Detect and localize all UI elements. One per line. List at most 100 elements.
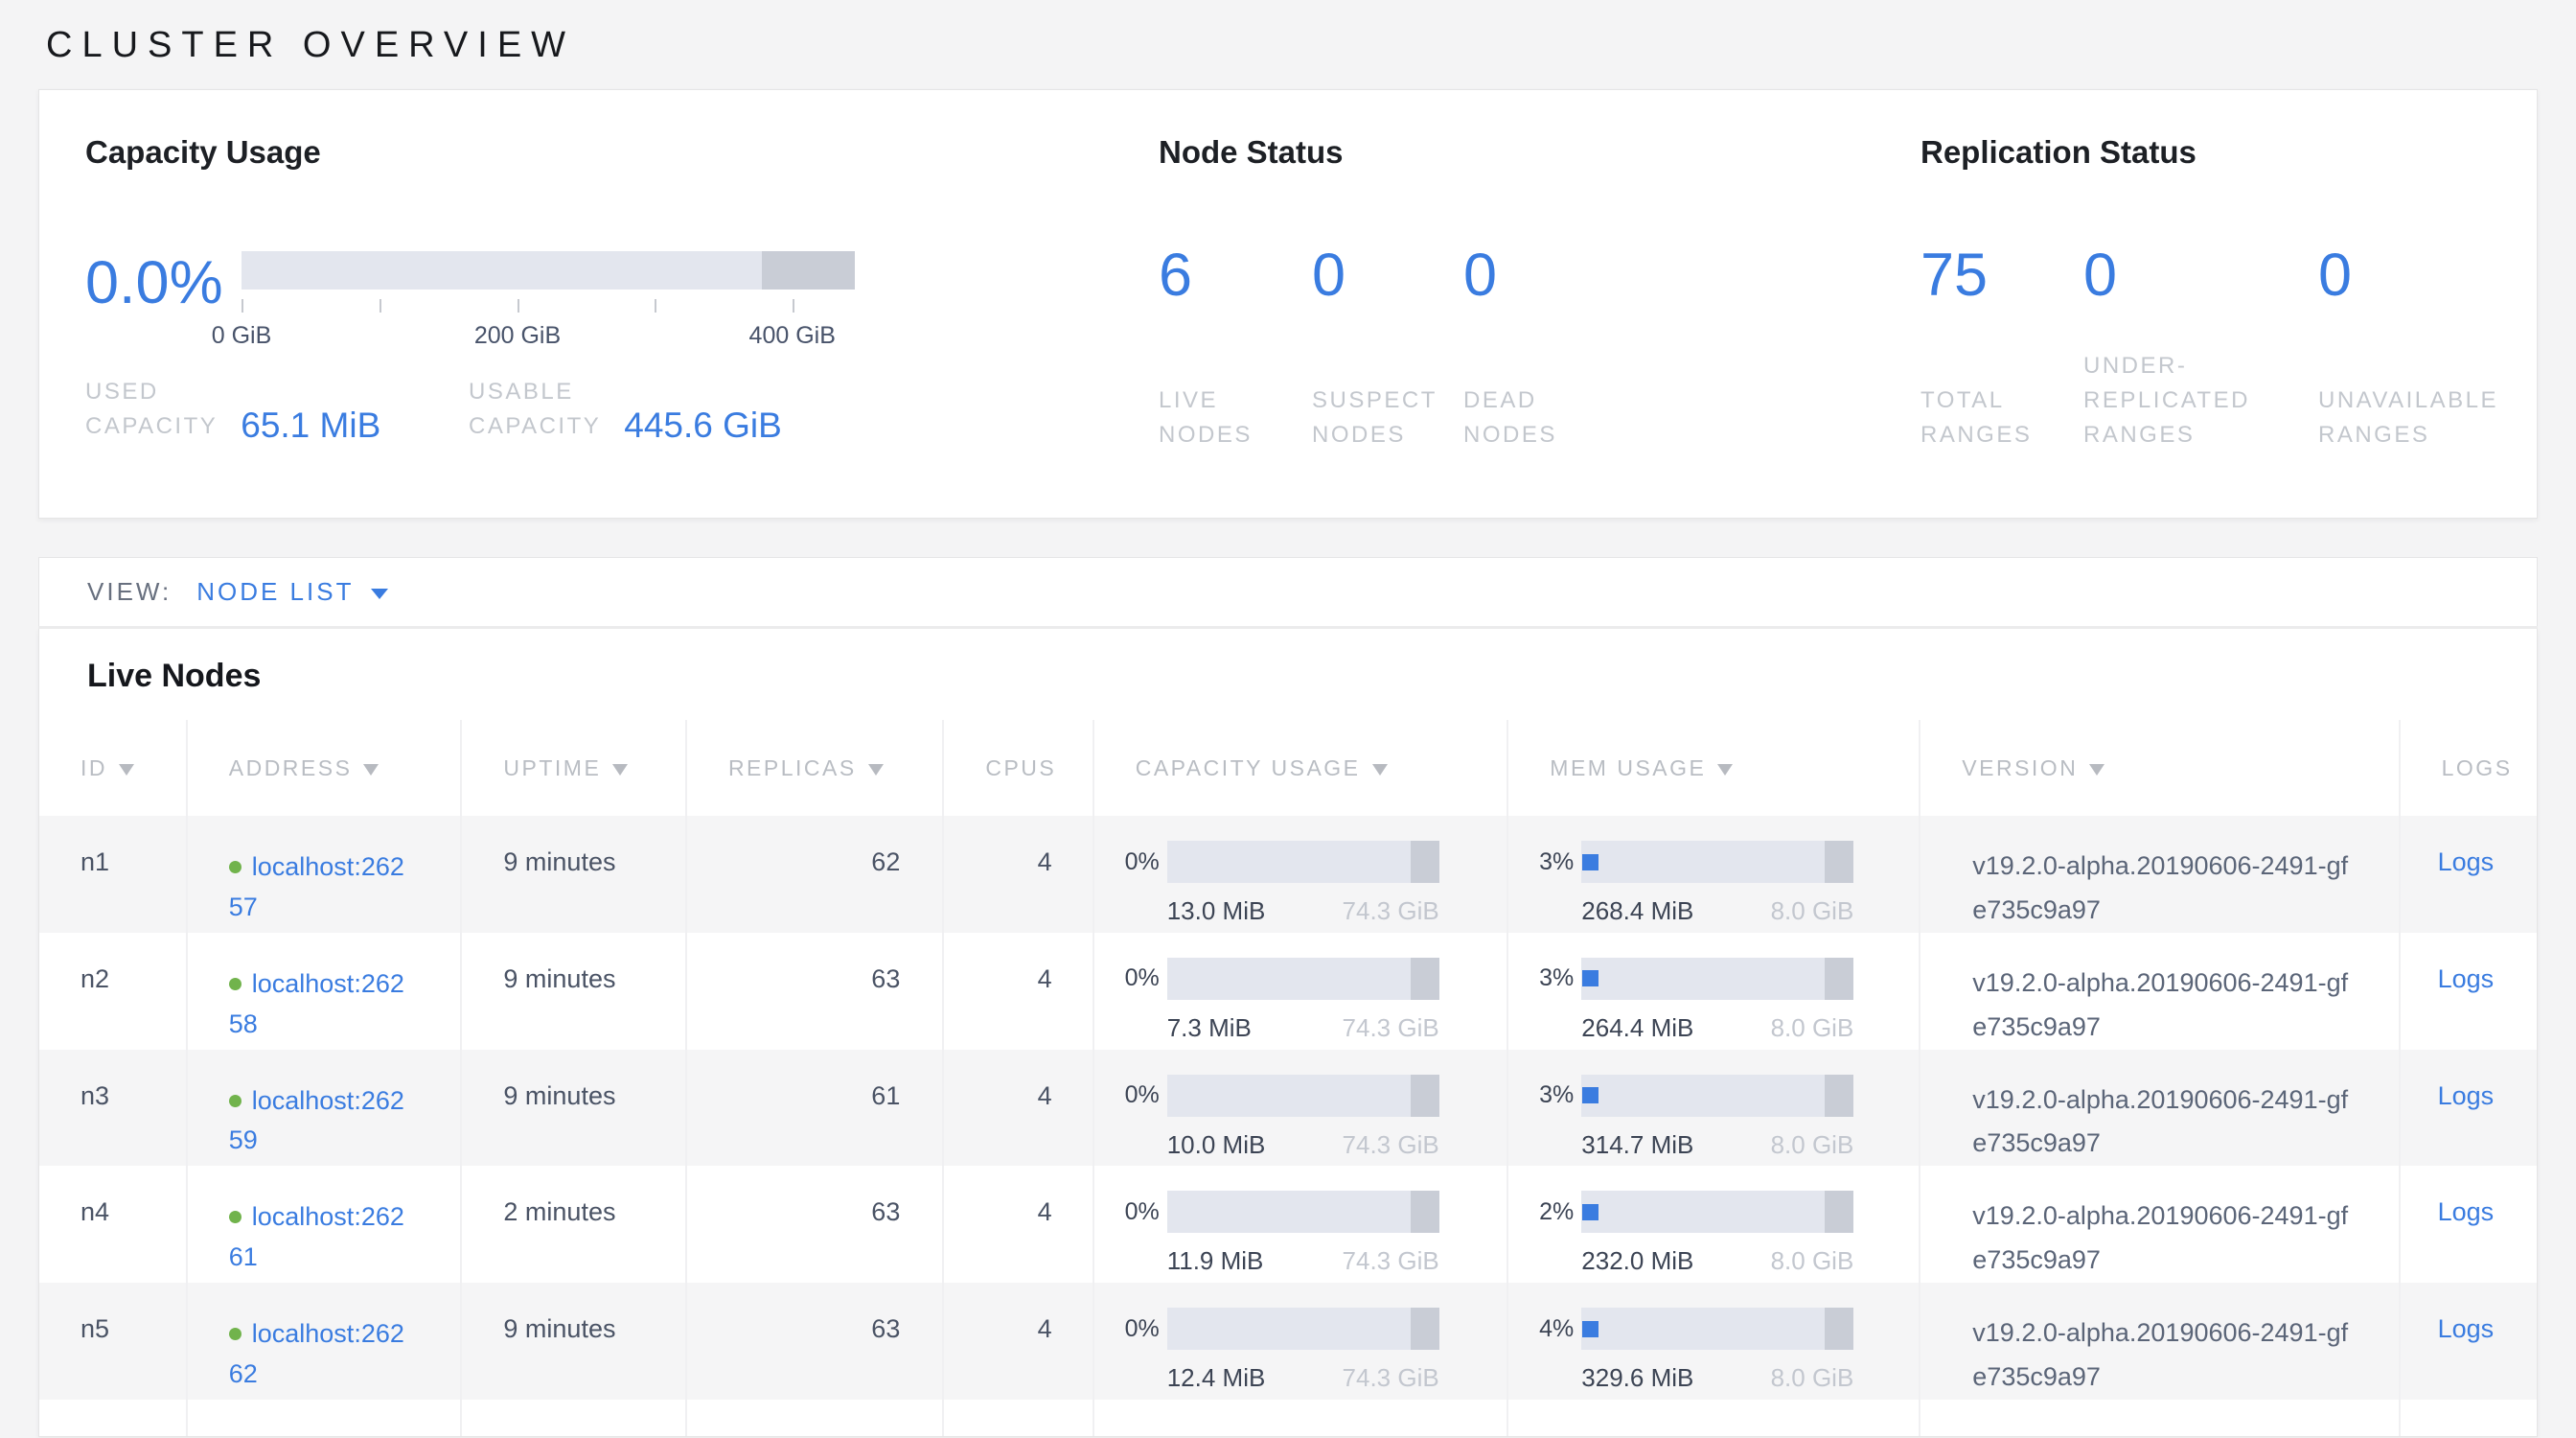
column-header-label: MEM USAGE [1550,755,1706,780]
column-header-cpus: CPUS [943,720,1092,816]
node-stat-value: 0 [1463,245,1576,306]
memory-usage-used-segment [1582,1087,1598,1103]
node-address-link[interactable]: localhost:26258 [229,969,404,1038]
table-header-row: ID ADDRESS UPTIMEREPLICAS CPUS CAPACITY USAG… [39,720,2537,816]
usable-capacity-value: 445.6 GiB [624,406,782,446]
node-replicas-cell: 61 [686,1050,943,1167]
node-replicas-cell: 63 [686,933,943,1050]
capacity-axis-tick [793,299,794,313]
replication-status-title: Replication Status [1920,134,2537,171]
node-uptime-cell: 9 minutes [461,816,686,933]
capacity-axis-tick [380,299,381,313]
capacity-axis-tick [242,299,243,313]
memory-used-value: 314.7 MiB [1581,1130,1693,1160]
node-address-cell: localhost:26262 [187,1283,462,1400]
table-row: n1localhost:262579 minutes6240%13.0 MiB7… [39,816,2537,933]
node-logs-cell: Logs [2400,816,2537,933]
capacity-axis-tick-label: 400 GiB [749,322,836,350]
view-selector-dropdown[interactable]: NODE LIST [196,577,388,607]
chevron-down-icon [371,589,388,599]
capacity-usage-percent: 0% [1094,964,1160,992]
node-version-cell: v19.2.0-alpha.20190606-2491-gfe735c9a97 [1920,933,2399,1050]
live-node-dot-icon [229,978,242,990]
node-address-link[interactable]: localhost:26259 [229,1086,404,1155]
node-id-cell: n3 [39,1050,187,1167]
node-address-link[interactable]: localhost:26257 [229,852,404,921]
node-logs-link[interactable]: Logs [2438,847,2495,876]
node-address-link[interactable]: localhost:26262 [229,1319,404,1388]
capacity-usage-gauge: 0%12.4 MiB74.3 GiB [1094,1308,1507,1393]
sort-caret-icon [1717,764,1733,776]
capacity-usage-percent: 0% [1094,848,1160,876]
table-row: n3localhost:262599 minutes6140%10.0 MiB7… [39,1050,2537,1167]
usable-capacity-stat: USABLECAPACITY 445.6 GiB [469,375,782,444]
node-logs-link[interactable]: Logs [2438,1314,2495,1343]
capacity-gauge-bar [242,251,855,290]
node-replicas-cell: 63 [686,1166,943,1283]
replication-stat-value: 0 [2318,245,2518,306]
node-logs-link[interactable]: Logs [2438,964,2495,993]
summary-card: Capacity Usage 0.0% 0 GiB200 GiB400 GiB … [38,89,2538,519]
capacity-usage-bar [1167,841,1439,883]
usable-capacity-label: USABLECAPACITY [469,375,601,444]
node-stat-label: DEADNODES [1463,383,1576,452]
node-stat-1: 0SUSPECTNODES [1312,245,1463,452]
capacity-usage-gauge: 0%10.0 MiB74.3 GiB [1094,1075,1507,1160]
memory-usage-bar [1581,958,1853,1000]
capacity-gauge-reserved-segment [762,251,855,290]
node-id-cell: n1 [39,816,187,933]
capacity-usage-cell: 0%13.0 MiB74.3 GiB [1093,816,1508,933]
memory-total-value: 8.0 GiB [1771,1363,1854,1393]
column-header-label: ADDRESS [229,755,353,780]
memory-usage-bar [1581,1075,1853,1117]
memory-usage-percent: 4% [1508,1315,1574,1343]
capacity-usage-gauge: 0%7.3 MiB74.3 GiB [1094,958,1507,1043]
node-logs-link[interactable]: Logs [2438,1197,2495,1226]
capacity-usage-section: Capacity Usage 0.0% 0 GiB200 GiB400 GiB … [85,134,1159,518]
memory-usage-bar [1581,1191,1853,1233]
capacity-used-value: 11.9 MiB [1167,1246,1264,1276]
node-logs-cell: Logs [2400,1050,2537,1167]
capacity-gauge: 0 GiB200 GiB400 GiB [242,251,855,313]
node-uptime-cell: 2 minutes [461,1166,686,1283]
column-header-capacity[interactable]: CAPACITY USAGE [1093,720,1508,816]
column-header-memory[interactable]: MEM USAGE [1507,720,1920,816]
node-version-cell: v19.2.0-alpha.20190606-2491-gfe735c9a97 [1920,1283,2399,1400]
column-header-id[interactable]: ID [39,720,187,816]
capacity-total-value: 74.3 GiB [1343,896,1439,926]
table-row: n2localhost:262589 minutes6340%7.3 MiB74… [39,933,2537,1050]
column-header-label: CPUS [985,755,1056,780]
node-logs-link[interactable]: Logs [2438,1081,2495,1110]
memory-total-value: 8.0 GiB [1771,1013,1854,1043]
memory-usage-bar [1581,1308,1853,1350]
column-header-version[interactable]: VERSION [1920,720,2399,816]
capacity-axis-tick [518,299,519,313]
node-address-link[interactable]: localhost:26261 [229,1202,404,1271]
sort-caret-icon [868,764,884,776]
memory-usage-reserved-segment [1825,1191,1853,1233]
column-header-address[interactable]: ADDRESS [187,720,462,816]
capacity-usage-percent: 0% [1094,1081,1160,1109]
replication-stat-0: 75TOTALRANGES [1920,245,2083,452]
memory-used-value: 329.6 MiB [1581,1363,1693,1393]
sort-caret-icon [363,764,379,776]
memory-usage-reserved-segment [1825,841,1853,883]
capacity-axis-tick-label: 0 GiB [212,322,272,350]
node-address-cell: localhost:26257 [187,816,462,933]
column-header-replicas[interactable]: REPLICAS [686,720,943,816]
replication-status-stats: 75TOTALRANGES0UNDER-REPLICATEDRANGES0UNA… [1920,245,2537,452]
memory-total-value: 8.0 GiB [1771,1130,1854,1160]
capacity-usage-cell: 0%12.4 MiB74.3 GiB [1093,1283,1508,1400]
node-version-cell: v19.2.0-alpha.20190606-2491-gfe735c9a97 [1920,816,2399,933]
memory-usage-percent: 2% [1508,1198,1574,1226]
memory-usage-used-segment [1582,1204,1598,1220]
table-row: n4localhost:262612 minutes6340%11.9 MiB7… [39,1166,2537,1283]
capacity-usage-reserved-segment [1411,1191,1439,1233]
column-header-label: ID [80,755,107,780]
node-address-cell: localhost:26258 [187,933,462,1050]
node-replicas-cell: 62 [686,816,943,933]
node-stat-2: 0 DEADNODES [1463,245,1576,452]
column-header-uptime[interactable]: UPTIME [461,720,686,816]
used-capacity-value: 65.1 MiB [241,406,380,446]
live-nodes-card: Live Nodes IDADDRESSUPTIMEREPLICASCPUSCA… [38,629,2538,1437]
